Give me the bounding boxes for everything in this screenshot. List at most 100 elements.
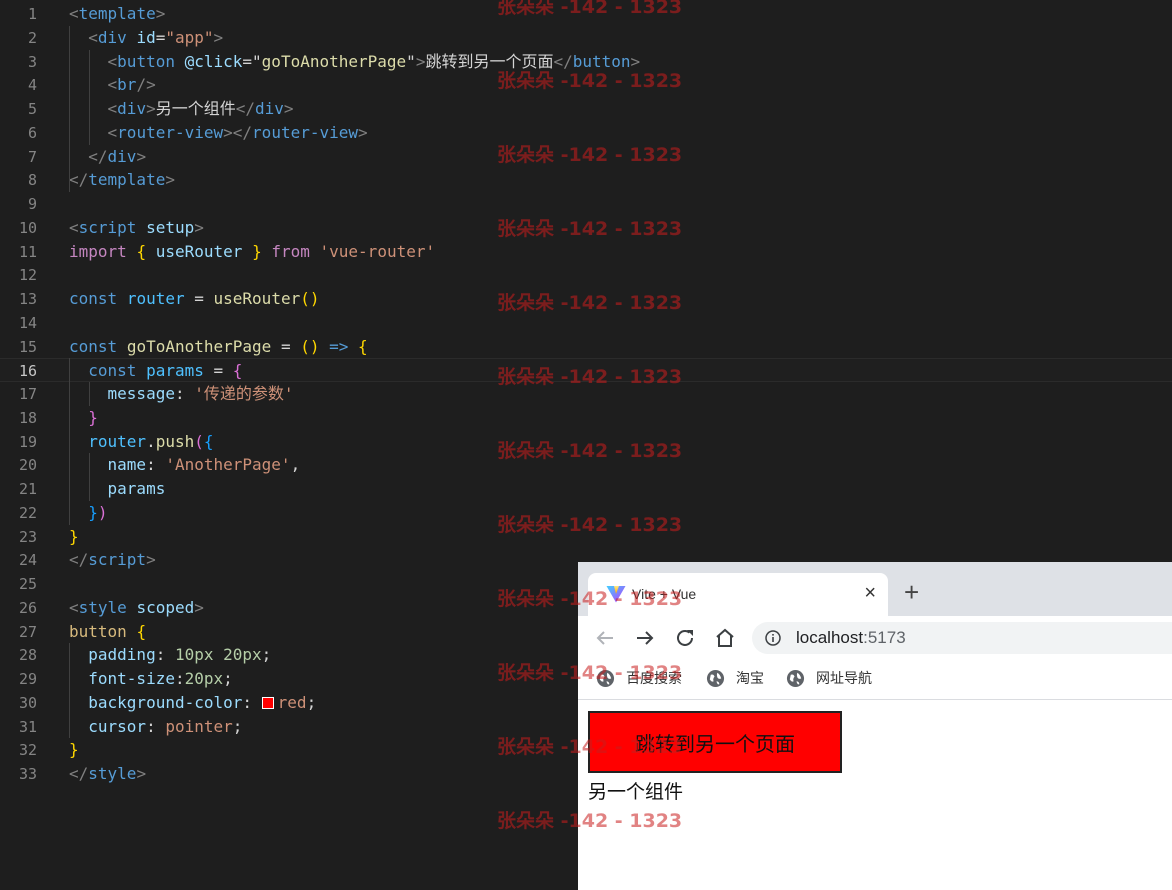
code-line[interactable]: 8 </template> [0,168,1172,192]
code-text: <br/> [69,73,156,97]
page-content: 跳转到另一个页面 另一个组件 [578,701,1172,890]
code-line[interactable]: 23} [0,525,1172,549]
code-line[interactable]: 1 <template> [0,2,1172,26]
info-icon[interactable] [765,630,781,646]
code-text: <router-view></router-view> [69,121,368,145]
code-token: /> [136,75,156,95]
code-line[interactable]: 20 name: 'AnotherPage', [0,453,1172,477]
code-token: </ [69,550,89,570]
line-number: 3 [27,52,37,71]
browser-tab[interactable]: Vite + Vue × [588,573,888,616]
code-token: message [107,384,175,403]
code-line[interactable]: 22 }) [0,501,1172,525]
code-line[interactable]: 16 const params = { [0,358,1172,383]
code-line[interactable]: 17 message: '传递的参数' [0,382,1172,406]
code-token: > [283,99,294,118]
browser-toolbar: localhost:5173 [578,616,1172,660]
code-token: name [107,455,147,475]
code-line[interactable]: 18 } [0,406,1172,430]
bookmark-item[interactable]: 网址导航 [786,668,872,688]
code-line[interactable]: 6 <router-view></router-view> [0,121,1172,145]
bookmark-item[interactable]: 百度搜索 [596,668,682,688]
code-line[interactable]: 10 <script setup> [0,216,1172,240]
line-number: 19 [18,432,37,451]
line-number: 24 [18,551,37,570]
code-token: { [203,431,214,451]
line-number: 33 [18,765,37,783]
code-token: 另一个组件 [155,99,236,118]
code-line[interactable]: 14 [0,311,1172,335]
line-number: 17 [18,385,37,403]
code-line[interactable]: 4 <br/> [0,73,1172,97]
code-token: const [69,289,118,308]
code-token: > [630,51,641,71]
code-line[interactable]: 3 <button @click="goToAnotherPage">跳转到另一… [0,50,1172,74]
indent-guide [89,453,90,501]
code-text: <template> [69,2,165,26]
code-token: pointer [165,716,233,736]
code-token: : [242,692,262,712]
code-line[interactable]: 11 import { useRouter } from 'vue-router' [0,240,1172,264]
code-text: import { useRouter } from 'vue-router' [69,240,435,264]
line-number: 2 [27,28,37,47]
code-line[interactable]: 2 <div id="app"> [0,26,1172,50]
reload-icon[interactable] [673,626,697,650]
code-token: . [146,431,156,451]
go-to-another-page-button[interactable]: 跳转到另一个页面 [588,711,842,773]
code-token: " [406,51,416,71]
back-arrow-icon[interactable] [593,626,617,650]
line-number: 21 [18,480,37,498]
code-token: div [97,27,127,47]
code-text: } [69,525,79,549]
code-text: <div id="app"> [69,26,223,50]
forward-arrow-icon[interactable] [633,626,657,650]
code-token: < [69,4,79,23]
code-line[interactable]: 9 [0,192,1172,216]
code-text: <script setup> [69,216,204,240]
new-tab-button[interactable]: + [904,579,919,605]
line-number: 25 [18,575,37,593]
code-token: scoped [136,597,195,617]
code-token: </ [235,99,255,118]
code-line[interactable]: 5 <div>另一个组件</div> [0,97,1172,121]
code-token: : [155,645,175,665]
color-swatch-icon[interactable] [261,696,274,709]
browser-window: Vite + Vue × + localhost:5173 百度搜索 淘宝 网址… [578,562,1172,890]
code-line[interactable]: 7 </div> [0,145,1172,169]
code-token: > [194,597,204,617]
code-text: message: '传递的参数' [69,382,294,406]
code-text: router.push({ [69,430,214,454]
code-token: background-color [88,692,243,712]
close-icon[interactable]: × [864,582,876,604]
code-text: params [69,477,166,501]
code-line[interactable]: 15 const goToAnotherPage = () => { [0,335,1172,359]
code-line[interactable]: 13 const router = useRouter() [0,287,1172,311]
line-number: 8 [27,171,37,190]
code-token: > [146,99,156,118]
url-text[interactable]: localhost:5173 [796,628,906,648]
code-token: =" [242,51,262,71]
code-token: 'vue-router' [319,241,436,261]
code-token: > [146,550,156,570]
bookmark-item[interactable]: 淘宝 [706,668,764,688]
home-icon[interactable] [713,626,737,650]
globe-icon [786,669,805,687]
indent-guide [69,25,70,192]
tab-strip: Vite + Vue × + [578,562,1172,616]
code-text: </style> [69,762,146,786]
code-line[interactable]: 12 [0,263,1172,287]
code-line[interactable]: 19 router.push({ [0,430,1172,454]
code-token: router [88,431,147,451]
code-line[interactable]: 21 params [0,477,1172,501]
code-token: = [184,289,214,308]
address-bar[interactable]: localhost:5173 [752,622,1172,654]
code-token: } [69,526,79,546]
code-token: useRouter [155,241,243,261]
code-token: button [69,621,127,641]
